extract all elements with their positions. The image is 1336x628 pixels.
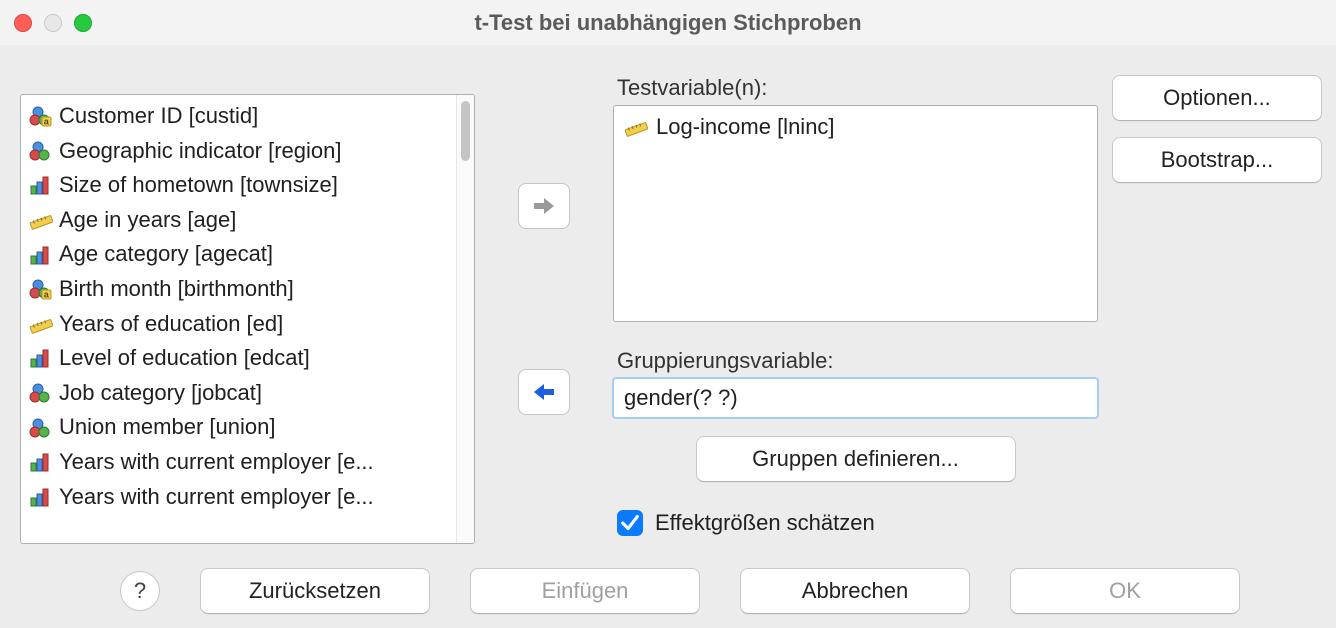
- nominal-icon: [29, 417, 53, 439]
- nominal-icon: [29, 382, 53, 404]
- variable-item[interactable]: Job category [jobcat]: [21, 376, 456, 411]
- variable-item-label: Geographic indicator [region]: [59, 137, 342, 166]
- variable-item-label: Birth month [birthmonth]: [59, 275, 294, 304]
- variable-list[interactable]: Customer ID [custid] Geographic indicator…: [20, 94, 475, 544]
- move-to-test-variables-button[interactable]: [518, 183, 570, 229]
- cancel-button[interactable]: Abbrechen: [740, 568, 970, 614]
- zoom-window-button[interactable]: [74, 14, 92, 32]
- ordinal-icon: [29, 347, 53, 369]
- window-controls: [14, 14, 92, 32]
- grouping-variable-input[interactable]: gender(? ?): [613, 378, 1098, 418]
- estimate-effect-sizes-label: Effektgrößen schätzen: [655, 510, 875, 536]
- variable-item-label: Years with current employer [e...: [59, 483, 374, 512]
- variable-item-label: Age category [agecat]: [59, 240, 273, 269]
- test-variable-label: Log-income [lninc]: [656, 114, 835, 140]
- variable-item-label: Level of education [edcat]: [59, 344, 310, 373]
- variable-item-label: Customer ID [custid]: [59, 102, 258, 131]
- variable-item-label: Age in years [age]: [59, 206, 236, 235]
- bootstrap-button[interactable]: Bootstrap...: [1112, 137, 1322, 183]
- nominal-icon: [29, 140, 53, 162]
- variable-item-label: Years of education [ed]: [59, 310, 283, 339]
- variable-item[interactable]: Age category [agecat]: [21, 237, 456, 272]
- variable-item-label: Size of hometown [townsize]: [59, 171, 338, 200]
- variable-item[interactable]: Years with current employer [e...: [21, 445, 456, 480]
- variable-item[interactable]: Geographic indicator [region]: [21, 134, 456, 169]
- paste-button[interactable]: Einfügen: [470, 568, 700, 614]
- arrow-left-icon: [530, 380, 558, 404]
- help-button[interactable]: ?: [120, 571, 160, 611]
- scale-icon: [624, 116, 648, 138]
- nominal-icon: [29, 105, 53, 127]
- ordinal-icon: [29, 486, 53, 508]
- nominal-icon: [29, 278, 53, 300]
- variable-item[interactable]: Level of education [edcat]: [21, 341, 456, 376]
- variable-item-label: Union member [union]: [59, 413, 275, 442]
- scale-icon: [29, 313, 53, 335]
- reset-button[interactable]: Zurücksetzen: [200, 568, 430, 614]
- variable-item[interactable]: Birth month [birthmonth]: [21, 272, 456, 307]
- grouping-variable-value: gender(? ?): [624, 385, 738, 410]
- variable-item[interactable]: Size of hometown [townsize]: [21, 168, 456, 203]
- variable-item[interactable]: Age in years [age]: [21, 203, 456, 238]
- variable-item[interactable]: Years with current employer [e...: [21, 480, 456, 515]
- variable-item[interactable]: Union member [union]: [21, 410, 456, 445]
- scale-icon: [29, 209, 53, 231]
- variable-item[interactable]: Years of education [ed]: [21, 307, 456, 342]
- test-variables-list[interactable]: Log-income [lninc]: [613, 105, 1098, 322]
- check-icon: [619, 512, 641, 534]
- estimate-effect-sizes-checkbox[interactable]: [617, 510, 643, 536]
- estimate-effect-sizes-row[interactable]: Effektgrößen schätzen: [617, 510, 1322, 536]
- define-groups-button[interactable]: Gruppen definieren...: [696, 436, 1016, 482]
- ordinal-icon: [29, 451, 53, 473]
- test-variable-item[interactable]: Log-income [lninc]: [614, 110, 1097, 144]
- ordinal-icon: [29, 244, 53, 266]
- help-icon: ?: [134, 578, 146, 604]
- options-button[interactable]: Optionen...: [1112, 75, 1322, 121]
- move-to-source-button[interactable]: [518, 369, 570, 415]
- ok-button[interactable]: OK: [1010, 568, 1240, 614]
- titlebar: t-Test bei unabhängigen Stichproben: [0, 0, 1336, 45]
- close-window-button[interactable]: [14, 14, 32, 32]
- grouping-variable-label: Gruppierungsvariable:: [617, 348, 1322, 374]
- arrow-right-icon: [530, 194, 558, 218]
- variable-item-label: Job category [jobcat]: [59, 379, 262, 408]
- window-title: t-Test bei unabhängigen Stichproben: [0, 10, 1336, 36]
- minimize-window-button[interactable]: [44, 14, 62, 32]
- scrollbar-thumb[interactable]: [461, 101, 470, 161]
- variable-item-label: Years with current employer [e...: [59, 448, 374, 477]
- variable-item[interactable]: Customer ID [custid]: [21, 99, 456, 134]
- ordinal-icon: [29, 174, 53, 196]
- scrollbar[interactable]: [456, 95, 474, 543]
